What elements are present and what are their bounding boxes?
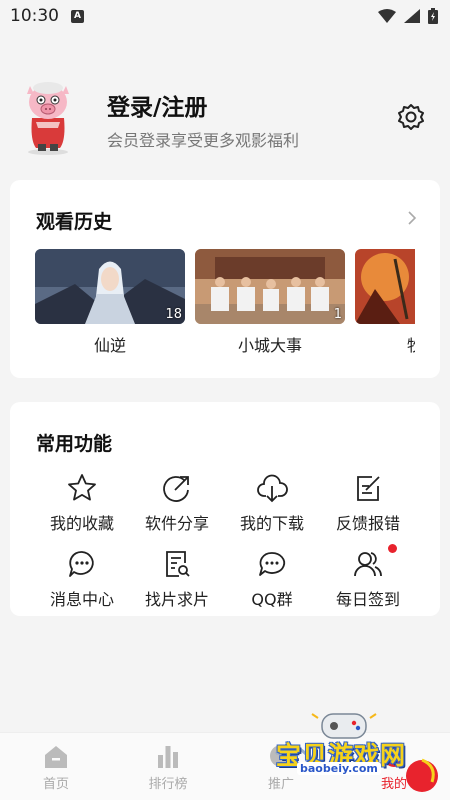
function-label: 消息中心: [49, 590, 114, 609]
share-icon: [163, 476, 189, 502]
gear-icon: [398, 104, 424, 130]
function-label: 反馈报错: [335, 514, 400, 533]
thumbnail-image: [195, 249, 345, 324]
history-card: 观看历史 18 仙逆 1 小城大事: [10, 180, 440, 378]
function-label: 我的下载: [239, 514, 304, 533]
bar-chart-icon: [158, 746, 178, 768]
battery-icon: [428, 8, 438, 24]
history-list: 18 仙逆 1 小城大事: [35, 249, 415, 361]
settings-button[interactable]: [394, 100, 428, 134]
thumbnail-image: [35, 249, 185, 324]
wifi-icon: [378, 9, 396, 23]
functions-title: 常用功能: [36, 433, 113, 455]
function-label: QQ群: [251, 590, 293, 609]
home-icon: [45, 746, 67, 768]
function-qq-group[interactable]: QQ群: [224, 548, 320, 610]
function-request[interactable]: 找片求片: [129, 548, 225, 610]
function-favorites[interactable]: 我的收藏: [34, 472, 130, 534]
profile-header: 登录/注册 会员登录享受更多观影福利: [0, 78, 450, 158]
history-thumbnail[interactable]: 18: [35, 249, 185, 324]
episode-badge: 1: [333, 307, 342, 322]
episode-badge: 18: [165, 307, 182, 322]
function-label: 找片求片: [144, 590, 209, 609]
function-share[interactable]: 软件分享: [129, 472, 225, 534]
history-thumbnail[interactable]: [355, 249, 415, 324]
history-item[interactable]: 牧: [355, 249, 415, 356]
star-icon: [68, 474, 96, 501]
chat-group-icon: [259, 552, 286, 576]
function-messages[interactable]: 消息中心: [34, 548, 130, 610]
tab-label: 排行榜: [148, 777, 188, 792]
message-icon: [69, 551, 94, 577]
function-label: 每日签到: [335, 590, 400, 609]
history-item[interactable]: 18 仙逆: [35, 249, 185, 356]
function-label: 软件分享: [144, 514, 209, 533]
tab-ranking[interactable]: 排行榜: [112, 733, 224, 792]
history-item-label: 仙逆: [93, 336, 126, 355]
status-time: 10:30: [10, 6, 59, 26]
status-icons: [378, 8, 438, 24]
feedback-icon: [357, 476, 380, 501]
function-feedback[interactable]: 反馈报错: [320, 472, 416, 534]
thumbnail-image: [355, 249, 415, 324]
history-item-label: 牧: [355, 332, 415, 356]
users-icon: [354, 552, 382, 577]
login-subtitle: 会员登录享受更多观影福利: [107, 131, 300, 150]
function-checkin[interactable]: 每日签到: [320, 548, 416, 610]
notification-dot: [388, 544, 397, 553]
history-title: 观看历史: [36, 211, 113, 233]
functions-card: 常用功能 我的收藏 软件分享 我的下载 反馈报错 消息中心 找片求片 QQ群 每…: [10, 402, 440, 616]
avatar[interactable]: [18, 78, 78, 156]
chevron-right-icon[interactable]: [405, 210, 419, 226]
signal-icon: [404, 9, 420, 23]
cloud-download-icon: [257, 474, 288, 503]
tab-home[interactable]: 首页: [0, 733, 112, 792]
tab-label: 首页: [42, 777, 69, 792]
status-bar: 10:30 A: [0, 0, 450, 32]
search-document-icon: [166, 551, 190, 577]
history-item-label: 小城大事: [237, 336, 302, 355]
history-item[interactable]: 1 小城大事: [195, 249, 345, 356]
function-downloads[interactable]: 我的下载: [224, 472, 320, 534]
login-title[interactable]: 登录/注册: [107, 88, 207, 122]
history-thumbnail[interactable]: 1: [195, 249, 345, 324]
notification-a-icon: A: [71, 9, 84, 23]
function-label: 我的收藏: [49, 514, 114, 533]
watermark-url: baobeiy.com: [297, 762, 381, 775]
